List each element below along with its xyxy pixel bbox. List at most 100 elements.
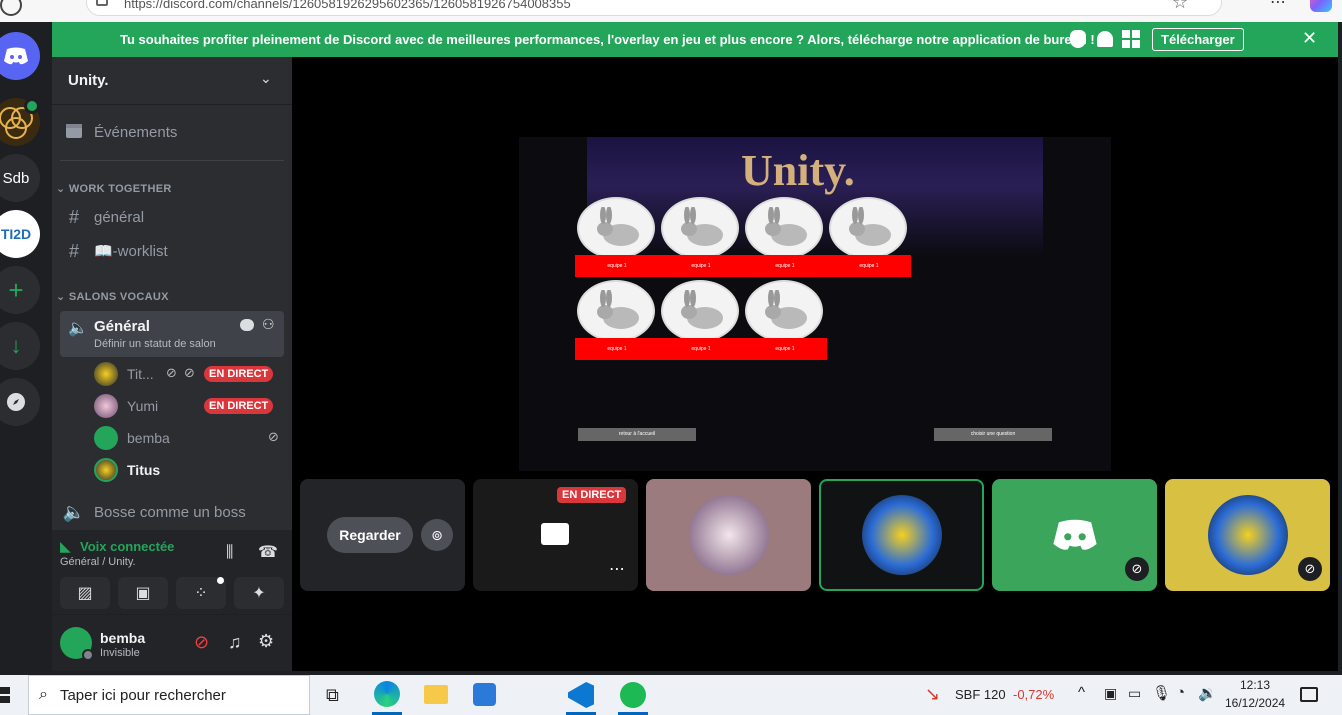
soundboard-button[interactable]: ✦ [234, 577, 284, 609]
stock-down-icon: ↘ [925, 684, 941, 704]
start-button[interactable] [0, 687, 10, 703]
choose-question-button[interactable]: choisir une question [934, 428, 1052, 441]
discord-home-icon[interactable] [0, 32, 40, 80]
team-card[interactable]: equipe 1 [575, 280, 659, 360]
more-options-icon[interactable]: ⋯ [609, 559, 625, 579]
volume-icon[interactable]: 🔉 [1198, 684, 1217, 702]
noise-suppression-icon[interactable]: ⫼ [226, 544, 233, 562]
download-button[interactable]: Télécharger [1152, 28, 1244, 51]
team-label: equipe 1 [659, 255, 743, 277]
voice-user[interactable]: Tit... ⊘ ⊘ EN DIRECT [94, 360, 284, 388]
windows-taskbar: ⌕ Taper ici pour rechercher ⧉ ↘ SBF 120 … [0, 675, 1342, 715]
voice-user[interactable]: Titus [94, 456, 284, 484]
events-item[interactable]: Événements [60, 116, 284, 148]
channel-worklist[interactable]: # 📖-worklist [60, 235, 284, 267]
text-server-icon[interactable]: Sdb [0, 154, 40, 202]
android-icon[interactable] [1097, 31, 1113, 47]
speaker-icon: 🔈 [62, 501, 86, 522]
team-card[interactable]: equipe 1 [659, 197, 743, 277]
chat-icon[interactable] [240, 319, 254, 331]
microphone-icon[interactable]: 🎙 [1152, 684, 1171, 702]
task-view-icon[interactable]: ⧉ [326, 685, 339, 706]
rabbit-image [761, 206, 809, 247]
site-info-icon[interactable] [96, 0, 108, 6]
copilot-icon[interactable] [1310, 0, 1332, 12]
battery-icon[interactable]: ▭ [1128, 685, 1141, 702]
team-card[interactable]: equipe 1 [659, 280, 743, 360]
apple-icon[interactable] [1070, 30, 1086, 48]
chevron-up-icon[interactable]: ^ [1078, 684, 1085, 701]
channel-label: 📖-worklist [94, 243, 168, 260]
voice-channel-2[interactable]: 🔈 Bosse comme un boss [60, 496, 284, 528]
participant-tile-stream[interactable]: EN DIRECT ⋯ [473, 479, 638, 591]
meet-icon[interactable]: ▣ [1104, 685, 1117, 702]
participant-tile-titus-2[interactable]: ⊘ [1165, 479, 1330, 591]
guild-header[interactable]: Unity. ⌄ [52, 57, 292, 105]
camera-off-button[interactable]: ▨ [60, 577, 110, 609]
participant-tile-yumi[interactable] [646, 479, 811, 591]
rabbit-image [593, 206, 641, 247]
voice-user[interactable]: Yumi EN DIRECT [94, 392, 284, 420]
team-label: equipe 1 [743, 338, 827, 360]
file-explorer-icon[interactable] [424, 685, 448, 704]
server-label: Sdb [2, 169, 30, 187]
stock-name[interactable]: SBF 120 [955, 687, 1006, 702]
calendar-icon [60, 121, 88, 144]
explore-icon[interactable] [0, 378, 40, 426]
team-card[interactable]: equipe 1 [575, 197, 659, 277]
spotify-icon[interactable] [620, 682, 646, 708]
invite-icon[interactable]: ⚇ [262, 316, 275, 333]
avatar [94, 458, 118, 482]
voice-status-text[interactable]: Définir un statut de salon [94, 338, 216, 350]
gear-icon[interactable]: ⚙ [258, 631, 274, 652]
home-return-button[interactable]: retour à l'accueil [578, 428, 696, 441]
voice-location[interactable]: Général / Unity. [60, 556, 136, 568]
popout-icon[interactable]: ⊚ [421, 519, 453, 551]
category-work-together[interactable]: ⌄ WORK TOGETHER [56, 182, 172, 195]
voice-status[interactable]: Voix connectée [80, 539, 174, 554]
refresh-icon[interactable] [0, 0, 22, 16]
team-label: equipe 1 [827, 255, 911, 277]
team-card[interactable]: equipe 1 [743, 280, 827, 360]
participant-tile-preview[interactable]: Regarder ⊚ [300, 479, 465, 591]
sti2d-server-icon[interactable]: TI2D [0, 210, 40, 258]
voice-user[interactable]: bemba ⊘ [94, 424, 284, 452]
screen-share-button[interactable]: ▣ [118, 577, 168, 609]
category-voice[interactable]: ⌄ SALONS VOCAUX [56, 290, 169, 303]
mic-muted-icon[interactable]: ⊘ [194, 632, 209, 653]
channel-general-text[interactable]: # général [60, 201, 284, 233]
stock-change[interactable]: -0,72% [1013, 687, 1054, 702]
windows-icon[interactable] [1122, 30, 1140, 48]
favorite-star-icon[interactable]: ☆ [1172, 0, 1188, 13]
stream-view[interactable]: Unity. equipe 1 equipe 1 equipe 1 equipe… [519, 137, 1111, 471]
username[interactable]: bemba [100, 630, 145, 646]
team-card[interactable]: equipe 1 [743, 197, 827, 277]
team-label: equipe 1 [575, 338, 659, 360]
user-status: Invisible [100, 647, 140, 659]
edge-icon[interactable] [374, 681, 400, 707]
notifications-icon[interactable] [1300, 687, 1318, 702]
disconnect-icon[interactable]: ☎ [258, 542, 278, 562]
avatar [94, 394, 118, 418]
add-server-icon[interactable]: + [0, 266, 40, 314]
live-badge: EN DIRECT [204, 398, 274, 414]
chevron-down-icon: ⌄ [260, 70, 272, 86]
participant-tile-bemba[interactable]: ⊘ [992, 479, 1157, 591]
taskbar-search[interactable]: ⌕ Taper ici pour rechercher [28, 675, 310, 715]
vscode-icon[interactable] [568, 682, 594, 708]
headphones-icon[interactable]: ♫ [228, 632, 242, 653]
category-label: SALONS VOCAUX [68, 291, 169, 303]
team-card[interactable]: equipe 1 [827, 197, 911, 277]
url-text[interactable]: https://discord.com/channels/12605819262… [124, 0, 571, 11]
voice-channel-general[interactable]: 🔈 Général Définir un statut de salon ⚇ [60, 311, 284, 357]
watch-button[interactable]: Regarder [327, 517, 413, 553]
participant-tile-titus[interactable] [819, 479, 984, 591]
store-icon[interactable] [473, 683, 496, 706]
camera-off-icon: ⊘ [1298, 557, 1322, 581]
download-apps-icon[interactable]: ↓ [0, 322, 40, 370]
clock-date[interactable]: 16/12/2024 [1225, 696, 1285, 710]
clock-time[interactable]: 12:13 [1240, 678, 1270, 692]
more-menu-icon[interactable]: ⋯ [1270, 0, 1286, 12]
wifi-icon[interactable]: ◔ [1176, 684, 1185, 701]
close-icon[interactable]: ✕ [1302, 28, 1317, 49]
